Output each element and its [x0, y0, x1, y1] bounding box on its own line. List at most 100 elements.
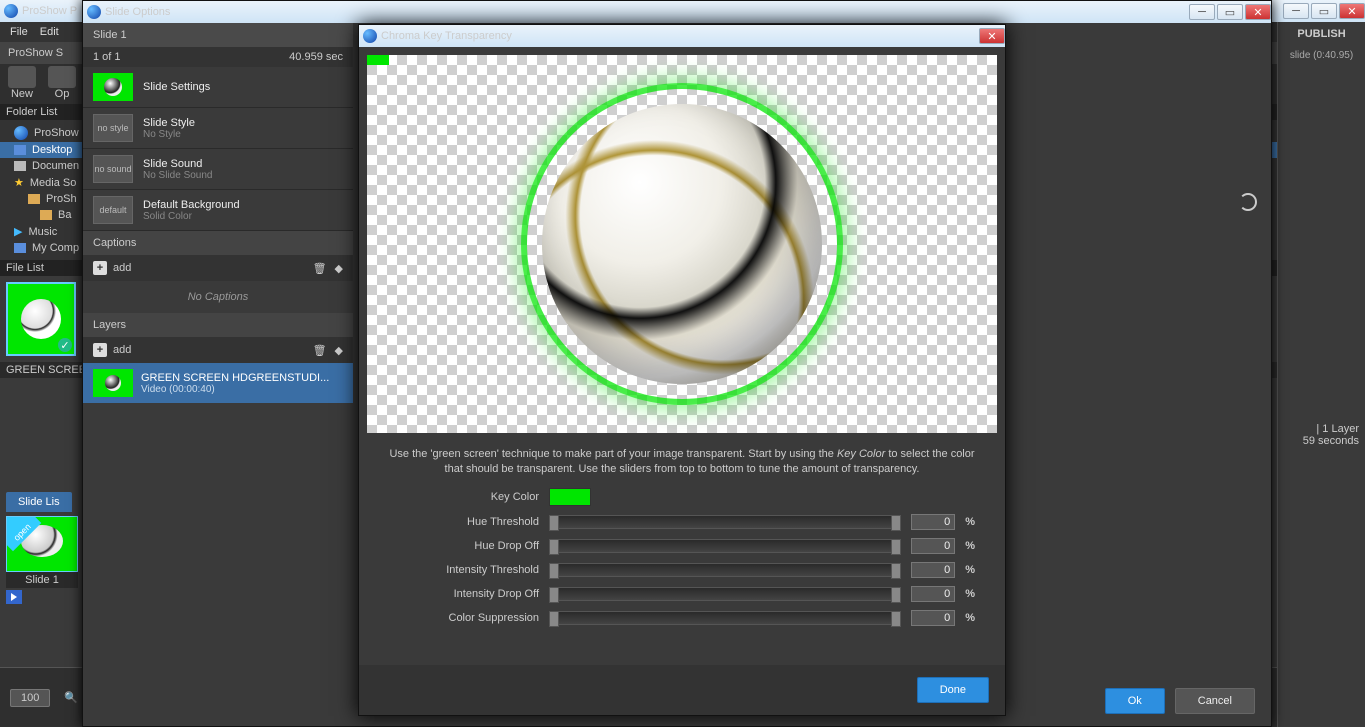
color-suppression-value[interactable]: 0	[911, 610, 955, 626]
help-text: Use the 'green screen' technique to make…	[389, 448, 837, 460]
chroma-titlebar[interactable]: Chroma Key Transparency ✕	[359, 25, 1005, 47]
layer-count: | 1 Layer	[1303, 423, 1359, 435]
layer-subtitle: Video (00:00:40)	[141, 384, 329, 395]
key-color-swatch[interactable]	[549, 488, 591, 506]
layer-item[interactable]: GREEN SCREEN HDGREENSTUDI...Video (00:00…	[83, 363, 353, 403]
slide-header: Slide 1	[83, 23, 353, 47]
row-subtitle: No Slide Sound	[143, 170, 213, 181]
maximize-button[interactable]: ▭	[1217, 4, 1243, 20]
play-slide-button[interactable]	[6, 590, 22, 604]
row-slide-settings[interactable]: Slide Settings	[83, 67, 353, 108]
intensity-dropoff-label: Intensity Drop Off	[389, 588, 539, 600]
unit-pct: %	[965, 540, 975, 552]
row-slide-style[interactable]: no style Slide StyleNo Style	[83, 108, 353, 149]
slideopts-titlebar[interactable]: Slide Options ─ ▭ ✕	[83, 1, 1271, 23]
row-title: Default Background	[143, 199, 240, 211]
music-icon: ▶	[14, 225, 22, 238]
key-color-label: Key Color	[389, 491, 539, 503]
zoom-value[interactable]: 100	[10, 689, 50, 707]
row-thumb: default	[93, 196, 133, 224]
cancel-button[interactable]: Cancel	[1175, 688, 1255, 714]
sort-icon[interactable]: ◆	[335, 262, 343, 275]
computer-icon	[14, 243, 26, 253]
publish-button[interactable]: PUBLISH	[1278, 22, 1365, 46]
folder-icon	[40, 210, 52, 220]
hue-threshold-value[interactable]: 0	[911, 514, 955, 530]
folder-icon	[14, 126, 28, 140]
main-title: ProShow P	[22, 5, 77, 17]
slide-count: 1 of 1	[93, 51, 121, 63]
add-label[interactable]: add	[113, 262, 131, 274]
preview-image	[542, 104, 822, 384]
tool-open-label: Op	[55, 88, 70, 100]
minimize-button[interactable]: ─	[1283, 3, 1309, 19]
minimize-button[interactable]: ─	[1189, 4, 1215, 20]
folder-label: Music	[28, 226, 57, 238]
tool-open[interactable]: Op	[48, 66, 76, 100]
slide-list-tab[interactable]: Slide Lis	[6, 492, 72, 512]
hue-dropoff-slider[interactable]	[549, 539, 901, 553]
app-icon	[363, 29, 377, 43]
app-icon	[4, 4, 18, 18]
unit-pct: %	[965, 516, 975, 528]
intensity-dropoff-value[interactable]: 0	[911, 586, 955, 602]
folder-label: Media So	[30, 177, 76, 189]
folder-label: ProSh	[46, 193, 77, 205]
add-label[interactable]: add	[113, 344, 131, 356]
app-icon	[87, 5, 101, 19]
row-slide-sound[interactable]: no sound Slide SoundNo Slide Sound	[83, 149, 353, 190]
maximize-button[interactable]: ▭	[1311, 3, 1337, 19]
done-button[interactable]: Done	[917, 677, 989, 703]
folder-label: Documen	[32, 160, 79, 172]
seconds-label: 59 seconds	[1303, 435, 1359, 447]
slideopts-left-pane: Slide 1 1 of 1 40.959 sec Slide Settings…	[83, 23, 353, 726]
trash-icon[interactable]: 🗑	[313, 262, 327, 275]
refresh-icon[interactable]	[1239, 193, 1257, 211]
close-button[interactable]: ✕	[1339, 3, 1365, 19]
layer-name: GREEN SCREEN HDGREENSTUDI...	[141, 372, 329, 384]
hue-dropoff-value[interactable]: 0	[911, 538, 955, 554]
row-thumb	[93, 73, 133, 101]
slide-duration: slide (0:40.95)	[1278, 46, 1365, 65]
desktop-icon	[14, 145, 26, 155]
sort-icon[interactable]: ◆	[335, 344, 343, 357]
intensity-threshold-value[interactable]: 0	[911, 562, 955, 578]
row-thumb: no style	[93, 114, 133, 142]
row-thumb: no sound	[93, 155, 133, 183]
check-icon: ✓	[58, 338, 72, 352]
tool-new-label: New	[11, 88, 33, 100]
intensity-threshold-slider[interactable]	[549, 563, 901, 577]
row-subtitle: Solid Color	[143, 211, 240, 222]
folder-label: Desktop	[32, 144, 72, 156]
unit-pct: %	[965, 612, 975, 624]
folder-icon	[28, 194, 40, 204]
intensity-dropoff-slider[interactable]	[549, 587, 901, 601]
hue-threshold-slider[interactable]	[549, 515, 901, 529]
plus-icon[interactable]: +	[93, 343, 107, 357]
menu-edit[interactable]: Edit	[40, 26, 59, 38]
timeline-slide-thumb[interactable]: open Slide 1	[6, 516, 78, 622]
show-title: ProShow S	[8, 47, 63, 59]
ok-button[interactable]: Ok	[1105, 688, 1165, 714]
slide-header-label: Slide 1	[93, 29, 127, 41]
thumbnail-image	[21, 299, 61, 339]
color-suppression-label: Color Suppression	[389, 612, 539, 624]
close-button[interactable]: ✕	[1245, 4, 1271, 20]
chroma-preview	[367, 55, 997, 433]
slide-subheader: 1 of 1 40.959 sec	[83, 47, 353, 67]
chroma-key-dialog: Chroma Key Transparency ✕ Use the 'green…	[358, 24, 1006, 716]
menu-file[interactable]: File	[10, 26, 28, 38]
layers-header-label: Layers	[93, 319, 126, 331]
plus-icon[interactable]: +	[93, 261, 107, 275]
row-default-background[interactable]: default Default BackgroundSolid Color	[83, 190, 353, 231]
close-button[interactable]: ✕	[979, 28, 1005, 44]
tool-new[interactable]: New	[8, 66, 36, 100]
trash-icon[interactable]: 🗑	[313, 344, 327, 357]
chroma-title: Chroma Key Transparency	[381, 30, 512, 42]
color-suppression-slider[interactable]	[549, 611, 901, 625]
chroma-help-text: Use the 'green screen' technique to make…	[359, 441, 1005, 484]
help-text-em: Key Color	[837, 448, 885, 460]
file-thumbnail[interactable]: ✓	[6, 282, 76, 356]
zoom-icon[interactable]: 🔍	[64, 691, 78, 704]
folder-label: My Comp	[32, 242, 79, 254]
